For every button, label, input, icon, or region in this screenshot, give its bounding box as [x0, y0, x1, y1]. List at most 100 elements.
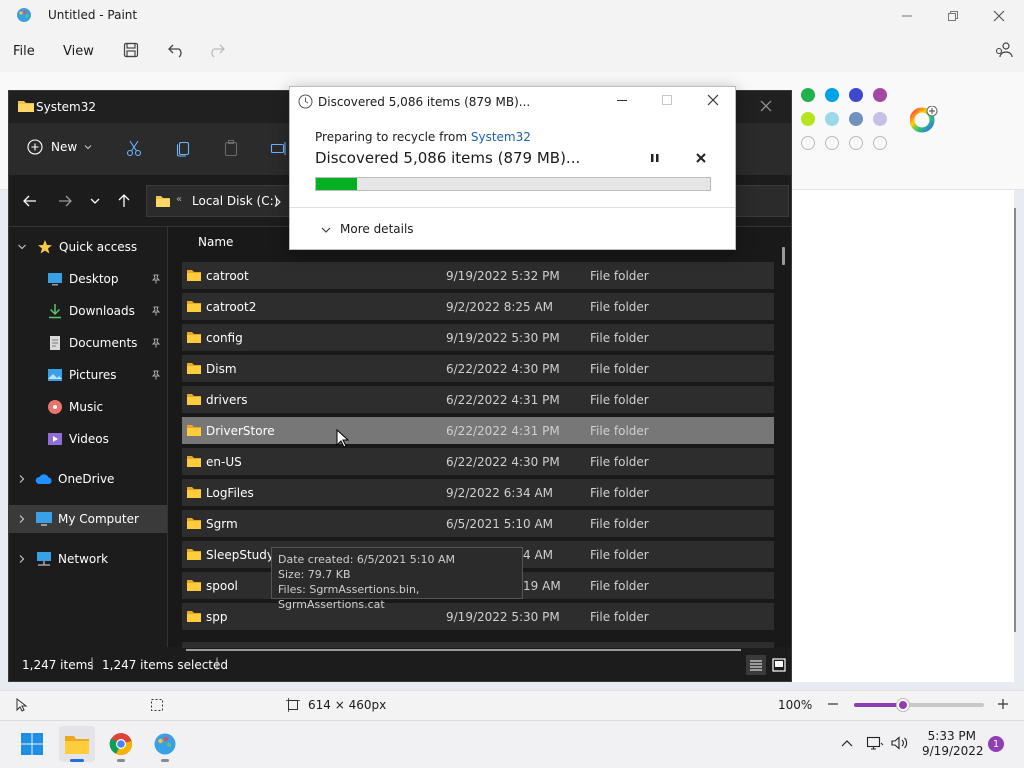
nav-item-my-computer[interactable]: My Computer [9, 505, 167, 533]
more-details-button[interactable]: More details [340, 222, 414, 236]
folder-icon [187, 270, 201, 281]
nav-item-onedrive[interactable]: OneDrive [9, 465, 167, 493]
volume-button[interactable] [890, 735, 910, 751]
color-swatch[interactable] [849, 112, 863, 126]
chevron-down-icon [84, 145, 92, 150]
dialog-minimize-button[interactable] [615, 93, 629, 107]
zoom-out-button[interactable] [826, 697, 840, 711]
cursor-position-icon [14, 698, 28, 712]
copy-button[interactable] [174, 139, 192, 157]
color-swatch[interactable] [801, 112, 815, 126]
table-row[interactable]: catroot 9/19/2022 5:32 PM File folder [182, 262, 774, 289]
zoom-slider[interactable] [854, 699, 984, 711]
nav-item-music[interactable]: Music [9, 393, 167, 421]
save-button[interactable] [123, 42, 139, 58]
color-swatch[interactable] [825, 112, 839, 126]
tooltip-files: Files: SgrmAssertions.bin, SgrmAssertion… [278, 583, 420, 611]
zoom-in-button[interactable] [996, 697, 1010, 711]
table-row[interactable]: DriverStore 6/22/2022 4:31 PM File folder [182, 417, 774, 444]
edit-colors-button[interactable] [910, 106, 938, 134]
column-header-name[interactable]: Name [198, 235, 233, 249]
table-row[interactable]: Dism 6/22/2022 4:30 PM File folder [182, 355, 774, 382]
details-view-button[interactable] [746, 655, 766, 675]
file-name: SleepStudy [206, 547, 274, 562]
paste-button[interactable] [222, 139, 240, 157]
share-button[interactable] [995, 41, 1013, 59]
new-button[interactable]: New [27, 137, 93, 157]
pause-button[interactable] [648, 151, 662, 165]
empty-swatch[interactable] [849, 136, 863, 150]
taskbar-paint[interactable] [147, 726, 183, 762]
color-swatch[interactable] [873, 112, 887, 126]
horizontal-scrollbar[interactable] [186, 649, 741, 651]
up-button[interactable] [116, 193, 132, 209]
explorer-close-button[interactable] [759, 99, 773, 113]
menu-file[interactable]: File [13, 44, 35, 59]
source-folder-link[interactable]: System32 [471, 130, 531, 144]
details-view-icon [750, 660, 762, 671]
computer-icon [36, 512, 52, 526]
pin-icon [151, 274, 161, 284]
nav-item-desktop[interactable]: Desktop [9, 265, 167, 293]
status-separator: | [215, 656, 220, 670]
table-row[interactable]: en-US 6/22/2022 4:30 PM File folder [182, 448, 774, 475]
file-date: 6/22/2022 4:31 PM [446, 392, 560, 407]
paint-scrollbar[interactable] [1014, 208, 1016, 632]
menu-view[interactable]: View [63, 44, 94, 59]
file-type: File folder [590, 485, 649, 500]
paint-canvas[interactable] [792, 190, 1014, 682]
dialog-close-button[interactable] [706, 93, 720, 107]
start-button[interactable] [14, 726, 50, 762]
empty-swatch[interactable] [873, 136, 887, 150]
recent-locations-button[interactable] [89, 195, 101, 207]
nav-item-videos[interactable]: Videos [9, 425, 167, 453]
people-icon [995, 42, 1013, 58]
table-row[interactable]: config 9/19/2022 5:30 PM File folder [182, 324, 774, 351]
table-row[interactable]: LogFiles 9/2/2022 6:34 AM File folder [182, 479, 774, 506]
show-hidden-icons-button[interactable] [840, 737, 854, 751]
nav-item-pictures[interactable]: Pictures [9, 361, 167, 389]
undo-button[interactable] [168, 42, 186, 58]
color-swatch[interactable] [825, 88, 839, 102]
file-date: 6/22/2022 4:31 PM [446, 423, 560, 438]
back-button[interactable] [22, 193, 38, 209]
paint-close-button[interactable] [976, 0, 1022, 32]
paint-app-icon [16, 7, 32, 23]
empty-swatch[interactable] [825, 136, 839, 150]
vertical-scrollbar-thumb[interactable] [782, 247, 785, 265]
chevron-up-icon [841, 740, 853, 747]
nav-item-documents[interactable]: Documents [9, 329, 167, 357]
clock[interactable]: 5:33 PM 9/19/2022 [922, 729, 984, 759]
paint-minimize-button[interactable] [884, 0, 930, 32]
paint-menubar [0, 32, 1024, 72]
nav-item-network[interactable]: Network [9, 545, 167, 573]
table-row[interactable]: Sgrm 6/5/2021 5:10 AM File folder [182, 510, 774, 537]
color-swatch[interactable] [873, 88, 887, 102]
color-swatch[interactable] [801, 88, 815, 102]
dialog-maximize-button[interactable] [660, 93, 674, 107]
tiles-view-button[interactable] [769, 655, 789, 675]
nav-item-downloads[interactable]: Downloads [9, 297, 167, 325]
nav-item-quick-access[interactable]: Quick access [9, 233, 167, 261]
notification-badge[interactable]: 1 [988, 736, 1004, 752]
breadcrumb-item-local-disk[interactable]: Local Disk (C:) [192, 194, 278, 208]
taskbar-file-explorer[interactable] [59, 726, 95, 762]
forward-button[interactable] [57, 193, 73, 209]
table-row[interactable]: catroot2 9/2/2022 8:25 AM File folder [182, 293, 774, 320]
copy-icon [176, 141, 190, 157]
cancel-button[interactable] [694, 151, 708, 165]
file-name: catroot [206, 268, 249, 283]
network-tray-button[interactable] [866, 735, 884, 751]
cut-button[interactable] [125, 139, 143, 157]
tooltip-date-created: Date created: 6/5/2021 5:10 AM [278, 553, 456, 566]
paint-restore-button[interactable] [930, 0, 976, 32]
selected-count: 1,247 items selected [102, 658, 228, 672]
redo-button[interactable] [207, 42, 225, 58]
taskbar-chrome[interactable] [103, 726, 139, 762]
pause-icon [651, 154, 659, 162]
color-swatch[interactable] [849, 88, 863, 102]
table-row[interactable]: drivers 6/22/2022 4:31 PM File folder [182, 386, 774, 413]
paint-titlebar [0, 0, 1024, 32]
rename-button[interactable] [270, 139, 288, 157]
empty-swatch[interactable] [801, 136, 815, 150]
